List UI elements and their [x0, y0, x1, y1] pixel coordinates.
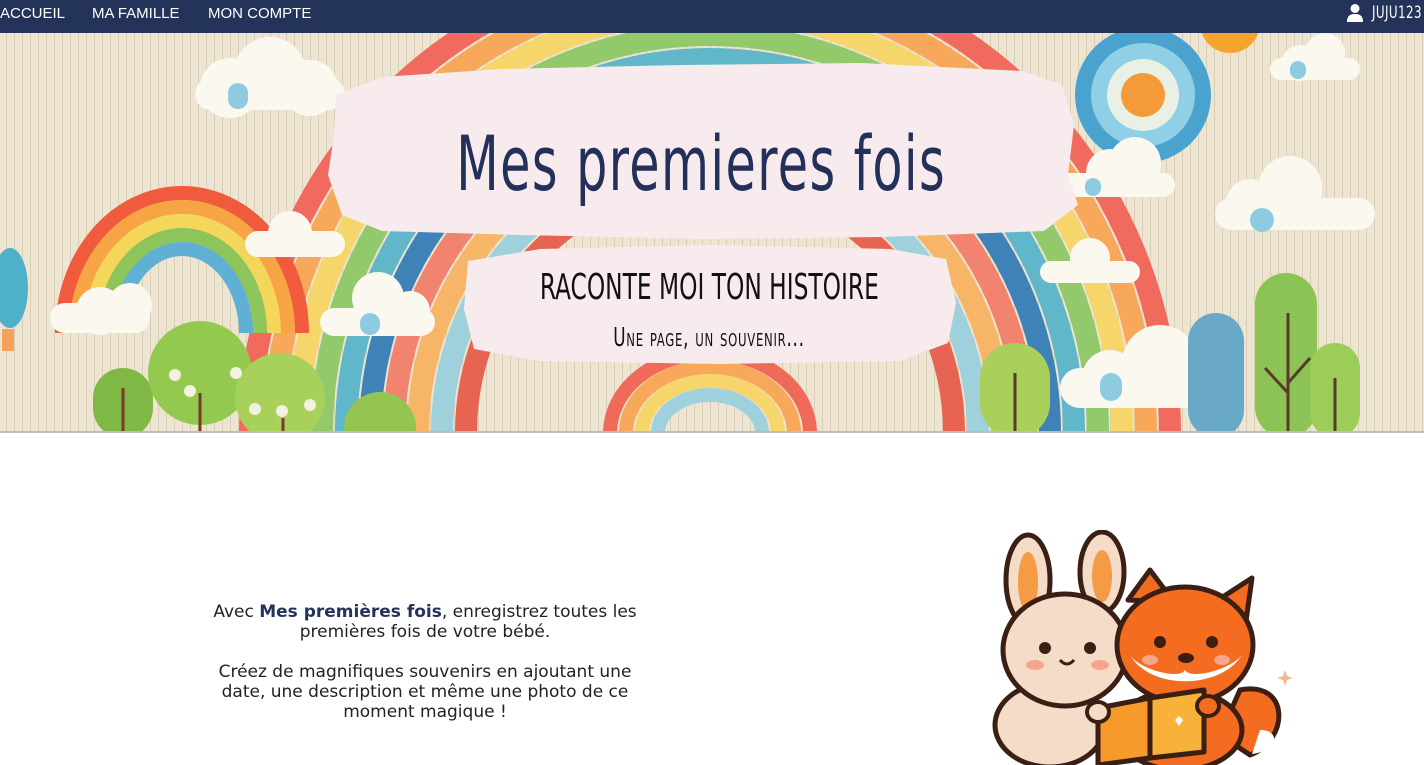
nav-link-accueil[interactable]: ACCUEIL [0, 0, 65, 33]
brand-name: Mes premières fois [259, 602, 442, 622]
top-navbar: ACCUEIL MA FAMILLE MON COMPTE JUJU123 [0, 0, 1424, 33]
title-banner: Mes premieres fois [322, 55, 1080, 241]
bunny-fox-reading-illustration [992, 530, 1293, 765]
intro-paragraph-2: Créez de magnifiques souvenirs en ajouta… [218, 662, 632, 722]
subtitle-banner: Raconte moi ton histoire Une page, un so… [460, 243, 958, 365]
hero-banner: Mes premieres fois Raconte moi ton histo… [0, 33, 1424, 433]
hero-subtitle: Raconte moi ton histoire [539, 267, 879, 308]
username-label: JUJU123 [1372, 3, 1423, 23]
hero-tagline: Une page, un souvenir... [613, 323, 805, 353]
user-menu[interactable]: JUJU123 [1346, 0, 1423, 33]
nav-link-mon-compte[interactable]: MON COMPTE [208, 0, 311, 33]
intro-paragraph-1: Avec Mes premières fois, enregistrez tou… [213, 602, 637, 642]
nav-link-ma-famille[interactable]: MA FAMILLE [92, 0, 180, 33]
page-title: Mes premieres fois [456, 119, 946, 208]
user-icon [1347, 4, 1363, 22]
intro-text: Avec Mes premières fois, enregistrez tou… [196, 602, 654, 722]
